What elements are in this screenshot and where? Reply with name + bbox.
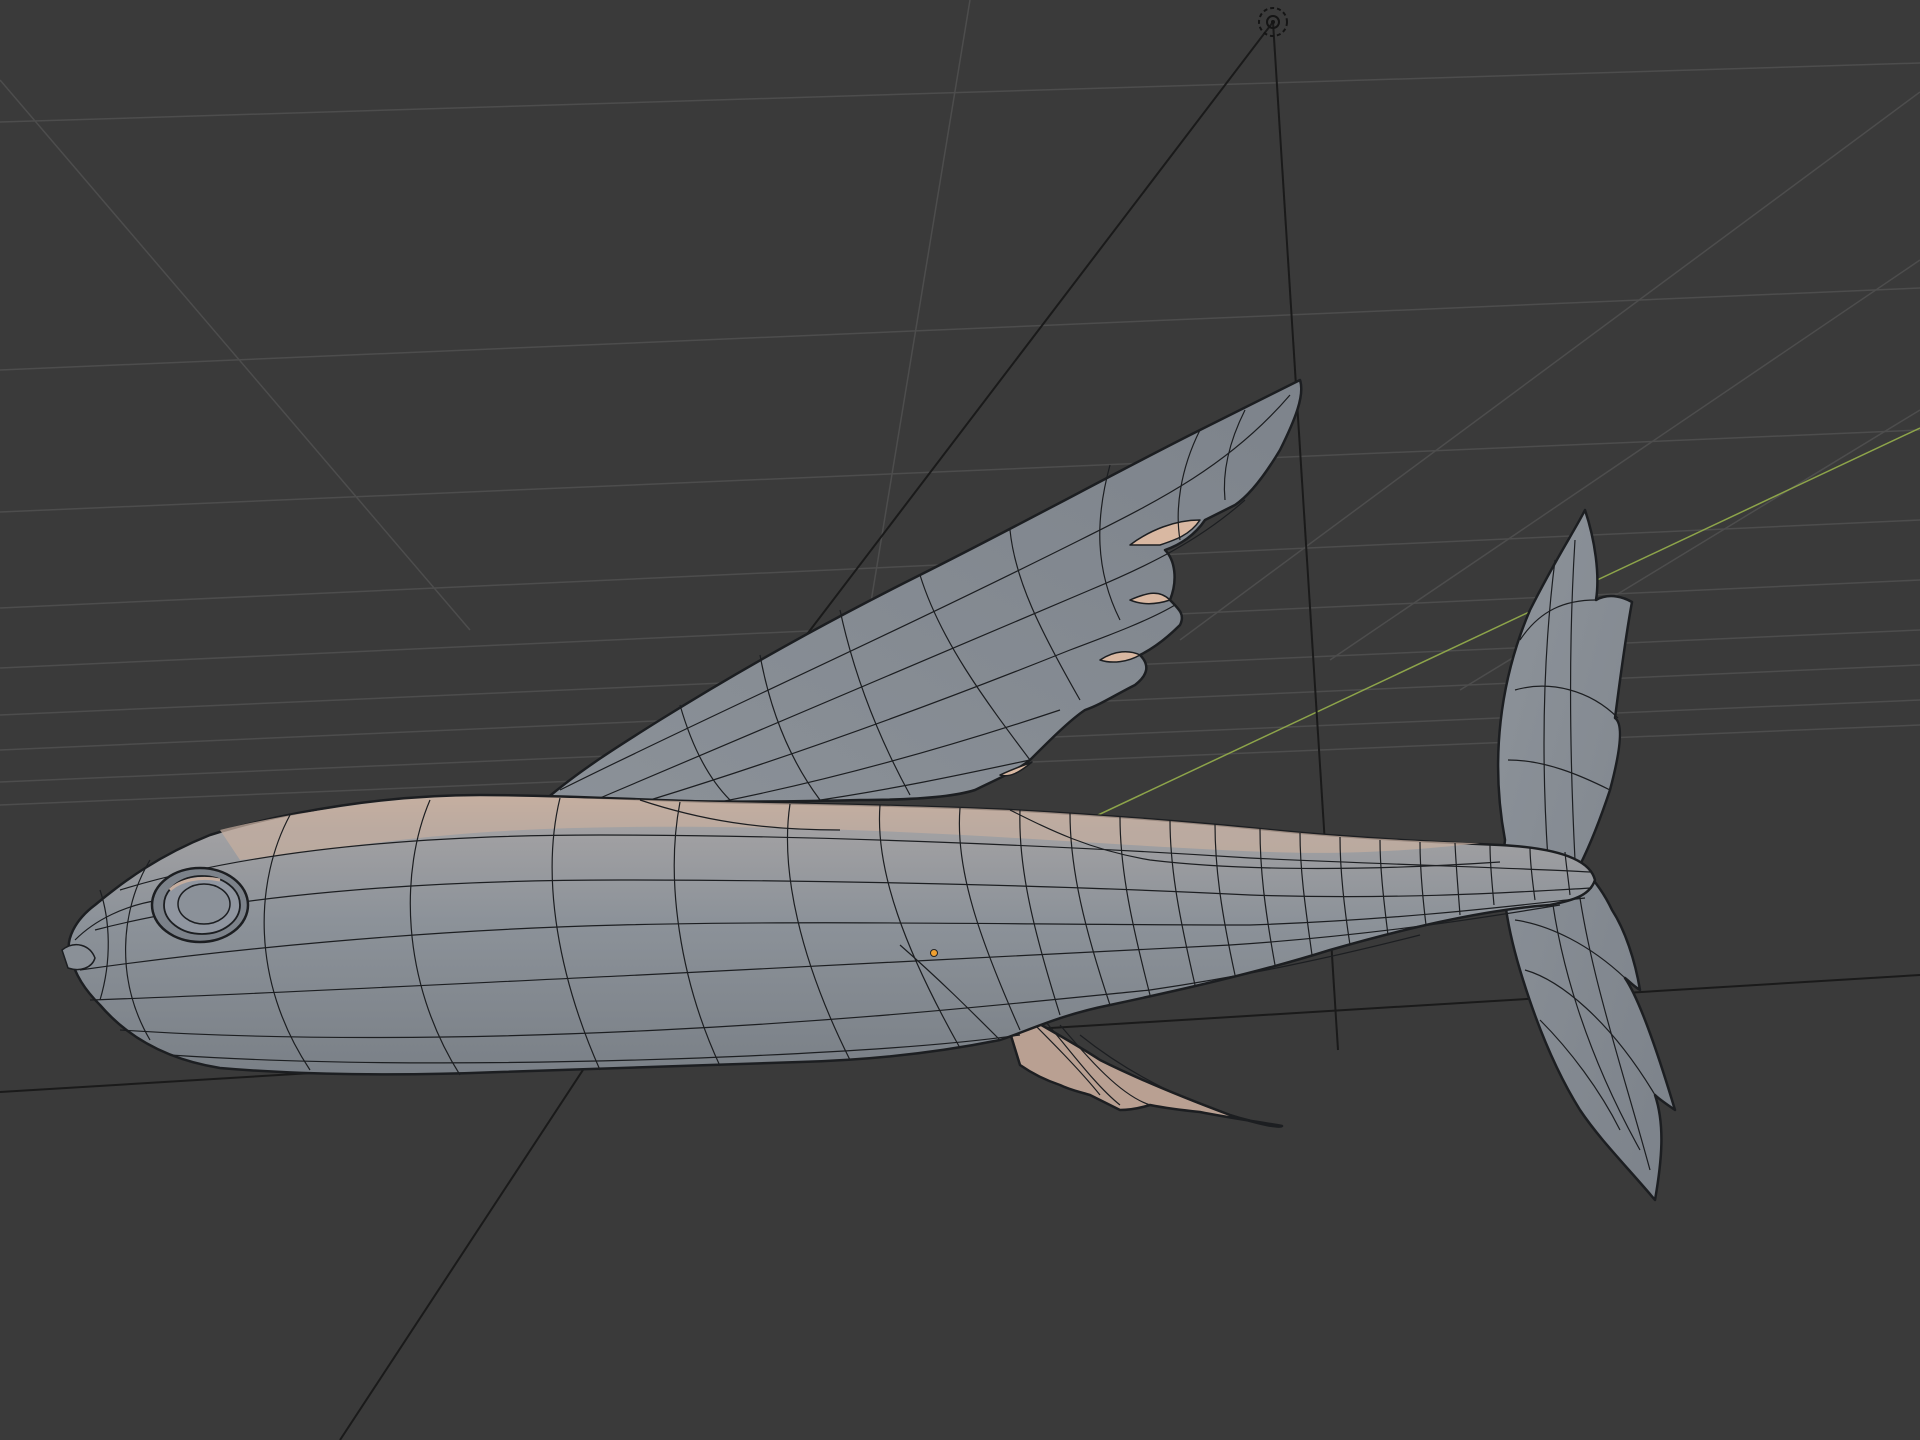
- eye-icon: [150, 866, 250, 944]
- object-origin-icon[interactable]: [930, 949, 938, 957]
- 3d-viewport[interactable]: [0, 0, 1920, 1440]
